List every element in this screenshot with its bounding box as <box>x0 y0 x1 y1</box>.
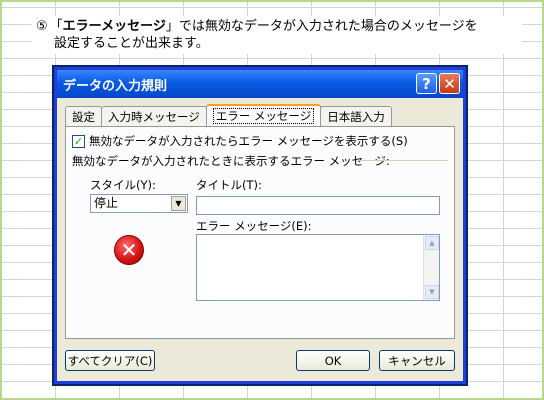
tab-strip: 設定 入力時メッセージ エラー メッセージ 日本語入力 <box>65 104 392 126</box>
quote-open: 「 <box>49 19 63 34</box>
error-message-textarea[interactable]: ▲ ▼ <box>196 234 440 301</box>
style-select-value: 停止 <box>94 196 119 210</box>
group-label: 無効なデータが入力されたときに表示するエラー メッセージ: <box>72 154 390 168</box>
dialog-titlebar[interactable]: データの入力規則 ? ✕ <box>57 70 463 98</box>
clear-all-button[interactable]: すべてクリア(C) <box>65 350 155 371</box>
stop-error-icon: ✕ <box>114 235 144 265</box>
show-error-checkbox-row[interactable]: ✓ 無効なデータが入力されたらエラー メッセージを表示する(S) <box>72 133 408 149</box>
caption-line1: では無効なデータが入力された場合のメッセージを <box>178 19 478 34</box>
scroll-down-icon[interactable]: ▼ <box>425 285 439 299</box>
cancel-button[interactable]: キャンセル <box>379 350 455 371</box>
tab-error-message[interactable]: エラー メッセージ <box>205 104 322 126</box>
caption-line2: 設定することが出来ます。 <box>54 36 209 51</box>
tab-input-message[interactable]: 入力時メッセージ <box>101 106 207 126</box>
scroll-up-icon[interactable]: ▲ <box>425 236 439 250</box>
quote-close: 」 <box>165 19 179 34</box>
show-error-checkbox[interactable]: ✓ <box>72 134 85 148</box>
ok-button[interactable]: OK <box>296 350 370 371</box>
dialog-title: データの入力規則 <box>63 78 168 94</box>
textarea-scrollbar[interactable]: ▲ ▼ <box>423 235 439 300</box>
dropdown-arrow-icon[interactable]: ▼ <box>171 196 186 211</box>
error-message-panel: ✓ 無効なデータが入力されたらエラー メッセージを表示する(S) 無効なデータが… <box>65 126 455 339</box>
data-validation-dialog: データの入力規則 ? ✕ 設定 入力時メッセージ エラー メッセージ 日本語入力… <box>52 65 468 386</box>
bold-term: エラーメッセージ <box>62 19 166 34</box>
title-label: タイトル(T): <box>196 178 262 192</box>
style-select[interactable]: 停止 ▼ <box>90 194 188 213</box>
tab-settings[interactable]: 設定 <box>65 106 102 126</box>
help-button[interactable]: ? <box>416 73 437 94</box>
group-divider <box>356 160 448 161</box>
step-number: ⑤ <box>36 19 48 34</box>
instruction-caption: ⑤ 「エラーメッセージ」では無効なデータが入力された場合のメッセージを 設定するこ… <box>32 16 522 54</box>
show-error-checkbox-label: 無効なデータが入力されたらエラー メッセージを表示する(S) <box>89 134 408 148</box>
error-message-label: エラー メッセージ(E): <box>196 219 312 233</box>
close-button[interactable]: ✕ <box>439 73 460 94</box>
style-label: スタイル(Y): <box>90 178 156 192</box>
title-input[interactable] <box>196 196 440 215</box>
tab-japanese-input[interactable]: 日本語入力 <box>320 106 392 126</box>
